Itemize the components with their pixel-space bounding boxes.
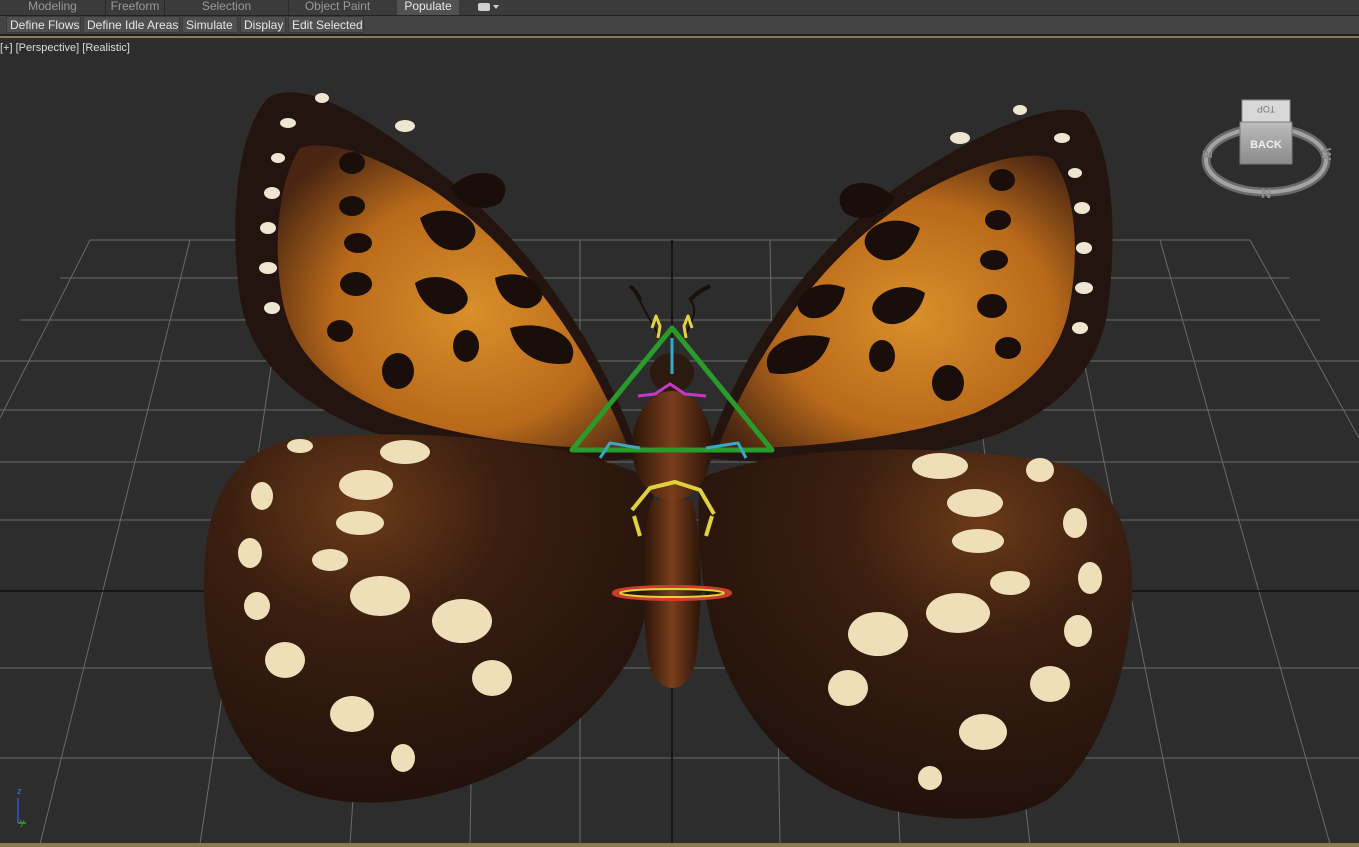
- viewport-point-of-view-menu[interactable]: [Perspective]: [16, 42, 80, 54]
- ribbon-options-icon: [478, 3, 490, 11]
- display-button[interactable]: Display: [240, 16, 286, 33]
- left-hindwing: [204, 434, 656, 803]
- compass-south-label[interactable]: N: [1261, 185, 1271, 201]
- viewport-bottom-border: [0, 843, 1359, 847]
- tab-populate[interactable]: Populate: [397, 0, 459, 15]
- viewport-shading-menu[interactable]: [Realistic]: [82, 42, 130, 54]
- viewport-label: [+] [Perspective] [Realistic]: [0, 42, 130, 54]
- compass-west-label[interactable]: E: [1200, 149, 1215, 158]
- right-forewing: [705, 105, 1113, 463]
- perspective-viewport[interactable]: TOP BACK N W E z y [+] [Perspective] [Re…: [0, 38, 1359, 844]
- ribbon-options-button[interactable]: [478, 0, 508, 14]
- simulate-button[interactable]: Simulate: [182, 16, 238, 33]
- dropdown-arrow-icon: [493, 5, 499, 9]
- define-flows-button[interactable]: Define Flows: [6, 16, 81, 33]
- right-hindwing: [698, 449, 1133, 819]
- define-idle-areas-button[interactable]: Define Idle Areas: [83, 16, 180, 33]
- tab-freeform[interactable]: Freeform: [106, 0, 164, 15]
- axis-y-label: y: [20, 817, 25, 827]
- tab-object-paint[interactable]: Object Paint: [289, 0, 386, 15]
- viewcube-top-label: TOP: [1257, 104, 1275, 114]
- edit-selected-button[interactable]: Edit Selected: [288, 16, 364, 33]
- viewport-scene: TOP BACK N W E z y: [0, 92, 1359, 844]
- axis-z-label: z: [17, 786, 22, 796]
- tab-modeling[interactable]: Modeling: [0, 0, 105, 15]
- compass-east-label[interactable]: W: [1319, 148, 1334, 161]
- left-forewing: [235, 92, 640, 462]
- tab-selection[interactable]: Selection: [165, 0, 288, 15]
- viewcube-face-label[interactable]: BACK: [1250, 139, 1282, 151]
- viewport-menu-plus[interactable]: [+]: [0, 42, 13, 54]
- ribbon-panel: Define Flows Define Idle Areas Simulate …: [0, 16, 1359, 36]
- ribbon-tab-bar: Modeling Freeform Selection Object Paint…: [0, 0, 1359, 16]
